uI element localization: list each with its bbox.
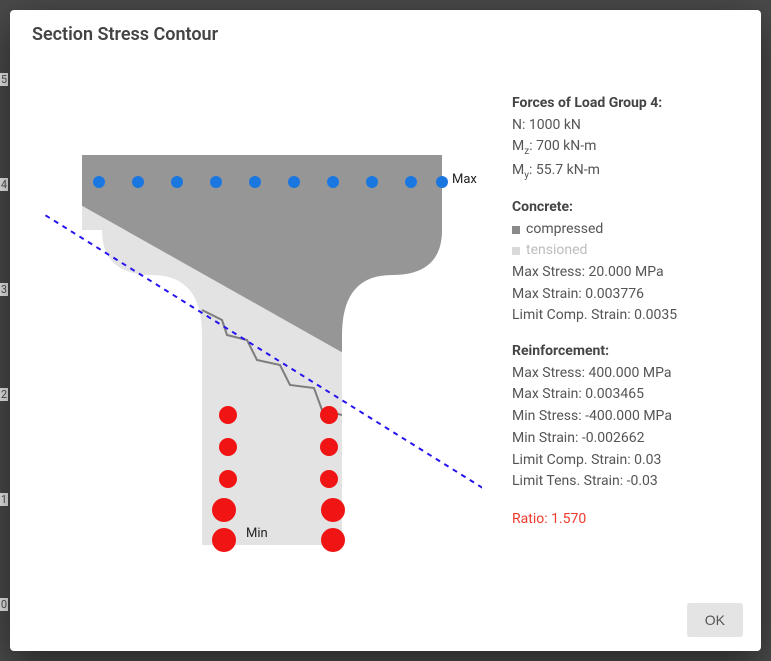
reinf-min-stress: Min Stress: -400.000 MPa xyxy=(512,406,739,428)
forces-heading: Forces of Load Group 4: xyxy=(512,93,739,115)
concrete-max-strain: Max Strain: 0.003776 xyxy=(512,284,739,306)
dialog-footer: OK xyxy=(10,591,761,651)
ratio-line: Ratio: 1.570 xyxy=(512,509,739,531)
axis-tick: 5 xyxy=(0,73,8,86)
reinf-min-strain: Min Strain: -0.002662 xyxy=(512,428,739,450)
reinf-max-strain: Max Strain: 0.003465 xyxy=(512,384,739,406)
axis-tick: 2 xyxy=(0,388,8,401)
reinf-limit-tens: Limit Tens. Strain: -0.03 xyxy=(512,471,739,493)
concrete-heading: Concrete: xyxy=(512,197,739,219)
reinf-limit-comp: Limit Comp. Strain: 0.03 xyxy=(512,450,739,472)
reinf-heading: Reinforcement: xyxy=(512,341,739,363)
axis-tick: 1 xyxy=(0,493,8,506)
ok-button[interactable]: OK xyxy=(687,603,743,637)
stress-contour-dialog: Section Stress Contour xyxy=(10,10,761,651)
info-panel: Forces of Load Group 4: N: 1000 kN Mz: 7… xyxy=(512,65,739,591)
axis-tick: 3 xyxy=(0,283,8,296)
concrete-max-stress: Max Stress: 20.000 MPa xyxy=(512,262,739,284)
min-label: Min xyxy=(246,526,268,541)
reinf-max-stress: Max Stress: 400.000 MPa xyxy=(512,363,739,385)
legend-compressed: compressed xyxy=(512,219,739,241)
legend-tensioned: tensioned xyxy=(512,240,739,262)
swatch-tensioned-icon xyxy=(512,247,520,255)
swatch-compressed-icon xyxy=(512,226,520,234)
dialog-title: Section Stress Contour xyxy=(10,10,761,55)
section-svg: Max Min xyxy=(42,85,482,555)
axis-tick: 4 xyxy=(0,178,8,191)
forces-mz: Mz: 700 kN-m xyxy=(512,136,739,159)
section-diagram: Max Min xyxy=(32,65,482,591)
forces-my: My: 55.7 kN-m xyxy=(512,160,739,183)
axis-tick: 0 xyxy=(0,598,8,611)
concrete-limit-comp: Limit Comp. Strain: 0.0035 xyxy=(512,305,739,327)
max-label: Max xyxy=(452,172,477,187)
forces-n: N: 1000 kN xyxy=(512,115,739,137)
dialog-body: Max Min Forces of Load Group 4: N: 1000 … xyxy=(10,55,761,591)
